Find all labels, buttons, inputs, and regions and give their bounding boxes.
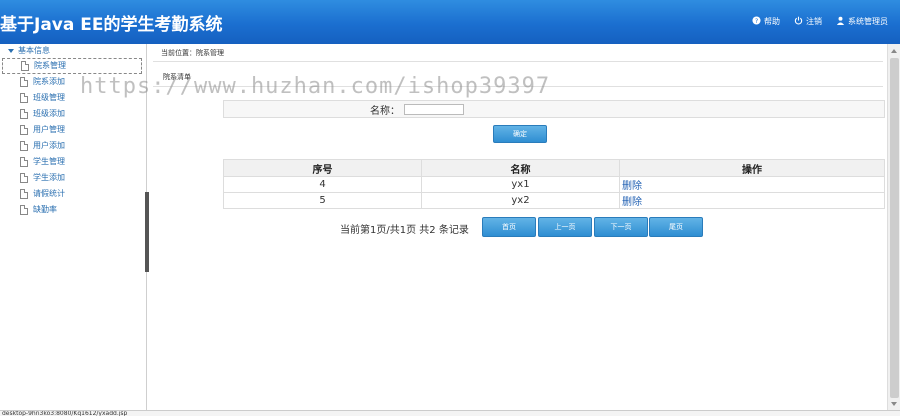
help-icon: ? [752, 16, 761, 27]
document-icon [20, 189, 28, 199]
section-label: 基本信息 [18, 46, 50, 55]
pager-summary: 当前第1页/共1页 共2 条记录 [340, 225, 469, 236]
sidebar-item-label: 院系管理 [34, 61, 66, 70]
sidebar-item-label: 院系添加 [33, 77, 65, 86]
sidebar-section-basic-info[interactable]: 基本信息 [0, 44, 146, 58]
sidebar-item-label: 班级添加 [33, 109, 65, 118]
logout-label: 注销 [806, 17, 822, 26]
cell-name: yx1 [421, 176, 620, 193]
document-icon [20, 141, 28, 151]
document-icon [20, 109, 28, 119]
column-header-name: 名称 [421, 159, 620, 177]
document-icon [20, 93, 28, 103]
svg-text:?: ? [755, 18, 758, 25]
sidebar-item-student-add[interactable]: 学生添加 [0, 170, 146, 186]
search-row: 名称： [223, 100, 885, 118]
vertical-scrollbar[interactable] [887, 44, 900, 410]
breadcrumb: 当前位置：院系管理 [161, 49, 224, 57]
prev-page-button[interactable]: 上一页 [538, 217, 592, 237]
divider [153, 86, 883, 87]
sidebar-item-label: 用户添加 [33, 141, 65, 150]
confirm-button[interactable]: 确定 [493, 125, 547, 143]
sidebar-item-class-add[interactable]: 班级添加 [0, 106, 146, 122]
first-page-button[interactable]: 首页 [482, 217, 536, 237]
sidebar-item-user-add[interactable]: 用户添加 [0, 138, 146, 154]
document-icon [20, 125, 28, 135]
app-header: 基于Java EE的学生考勤系统 ? 帮助 注销 系统管理员 [0, 0, 900, 44]
main-content: 当前位置：院系管理 院系清单 名称： 确定 序号 名称 操作 4 yx1 删除 … [149, 44, 887, 410]
scroll-thumb[interactable] [890, 58, 899, 398]
status-bar: desktop-9hn3ko3:8080/Kq1612/yxadd.jsp [0, 410, 900, 416]
sidebar-item-absence-rate[interactable]: 缺勤率 [0, 202, 146, 218]
name-input[interactable] [404, 103, 464, 115]
sidebar-item-leave-stats[interactable]: 请假统计 [0, 186, 146, 202]
table-header-row: 序号 名称 操作 [223, 159, 885, 177]
app-title: 基于Java EE的学生考勤系统 [0, 15, 223, 35]
last-page-button[interactable]: 尾页 [649, 217, 703, 237]
scroll-up-icon[interactable] [891, 49, 897, 53]
delete-link[interactable]: 删除 [619, 192, 885, 209]
user-icon [836, 16, 845, 27]
table-row: 4 yx1 删除 [223, 176, 885, 193]
document-icon [20, 157, 28, 167]
table-row: 5 yx2 删除 [223, 192, 885, 209]
column-header-action: 操作 [619, 159, 885, 177]
delete-link[interactable]: 删除 [619, 176, 885, 193]
sidebar-item-label: 缺勤率 [33, 205, 57, 214]
caret-down-icon [8, 49, 14, 53]
sidebar-item-student-manage[interactable]: 学生管理 [0, 154, 146, 170]
sidebar-item-class-manage[interactable]: 班级管理 [0, 90, 146, 106]
cell-id: 5 [223, 192, 422, 209]
sidebar: 基本信息 院系管理 院系添加 班级管理 班级添加 用户管理 用户添加 学生管理 … [0, 44, 147, 410]
sidebar-item-label: 用户管理 [33, 125, 65, 134]
help-link[interactable]: ? 帮助 [752, 16, 780, 27]
logout-link[interactable]: 注销 [794, 16, 822, 27]
sidebar-item-label: 请假统计 [33, 189, 65, 198]
header-nav: ? 帮助 注销 系统管理员 [752, 16, 888, 27]
sidebar-item-department-manage[interactable]: 院系管理 [2, 58, 142, 74]
document-icon [21, 61, 29, 71]
list-tab: 院系清单 [163, 73, 191, 81]
sidebar-item-label: 学生管理 [33, 157, 65, 166]
divider [153, 61, 883, 62]
power-icon [794, 16, 803, 27]
user-label: 系统管理员 [848, 17, 888, 26]
cell-name: yx2 [421, 192, 620, 209]
name-label: 名称： [370, 105, 400, 117]
document-icon [20, 77, 28, 87]
cell-id: 4 [223, 176, 422, 193]
scroll-down-icon[interactable] [891, 402, 897, 406]
next-page-button[interactable]: 下一页 [594, 217, 648, 237]
user-link[interactable]: 系统管理员 [836, 16, 888, 27]
sidebar-item-department-add[interactable]: 院系添加 [0, 74, 146, 90]
document-icon [20, 205, 28, 215]
document-icon [20, 173, 28, 183]
sidebar-item-label: 班级管理 [33, 93, 65, 102]
sidebar-item-user-manage[interactable]: 用户管理 [0, 122, 146, 138]
column-header-id: 序号 [223, 159, 422, 177]
department-table: 序号 名称 操作 4 yx1 删除 5 yx2 删除 [223, 159, 885, 209]
sidebar-item-label: 学生添加 [33, 173, 65, 182]
help-label: 帮助 [764, 17, 780, 26]
